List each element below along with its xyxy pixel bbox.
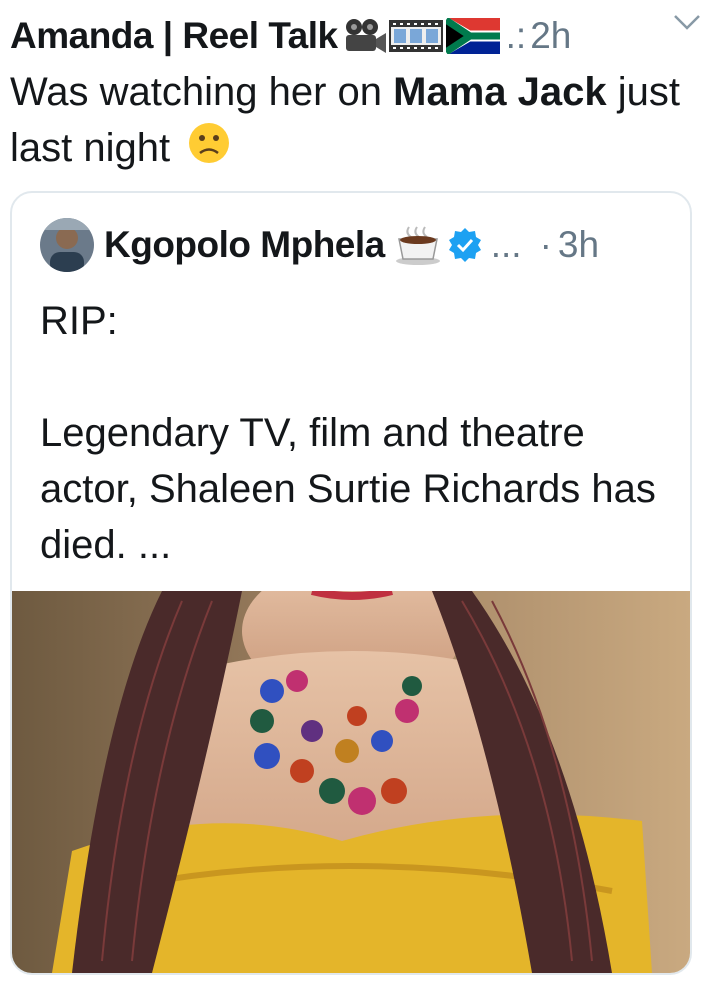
south-africa-flag-icon <box>445 18 500 54</box>
film-frames-icon <box>388 20 443 52</box>
name-emojis <box>342 17 500 55</box>
quoted-author-name[interactable]: Kgopolo Mphela <box>104 224 385 266</box>
author-name[interactable]: Amanda | Reel Talk <box>10 15 338 57</box>
time-separator: · <box>539 224 552 265</box>
tweet-time[interactable]: 2h <box>530 15 571 57</box>
tweet-header: Amanda | Reel Talk .: 2h <box>10 10 710 62</box>
tweet-text: Was watching her on Mama Jack just last … <box>10 64 700 180</box>
quoted-text-line: RIP: <box>40 299 118 343</box>
show-name: Mama Jack <box>393 70 607 114</box>
quoted-author-handle[interactable]: ... <box>491 224 522 266</box>
verified-badge-icon <box>447 227 483 263</box>
film-projector-icon <box>345 19 386 53</box>
sad-face-icon <box>187 121 231 180</box>
quoted-tweet-text: RIP: Legendary TV, film and theatre acto… <box>40 293 670 573</box>
quoted-text-body: Legendary TV, film and theatre actor, Sh… <box>40 411 656 567</box>
quoted-tweet-time[interactable]: 3h <box>558 224 599 266</box>
chevron-down-icon[interactable] <box>672 12 702 32</box>
quoted-tweet-card[interactable]: Kgopolo Mphela ... · 3h RIP: Legendary T… <box>10 191 692 975</box>
hot-beverage-icon <box>395 225 441 265</box>
avatar[interactable] <box>40 218 94 272</box>
quoted-tweet-header: Kgopolo Mphela ... · 3h <box>40 213 599 277</box>
quoted-tweet-photo[interactable] <box>12 561 690 973</box>
author-handle[interactable]: .: <box>506 15 527 57</box>
